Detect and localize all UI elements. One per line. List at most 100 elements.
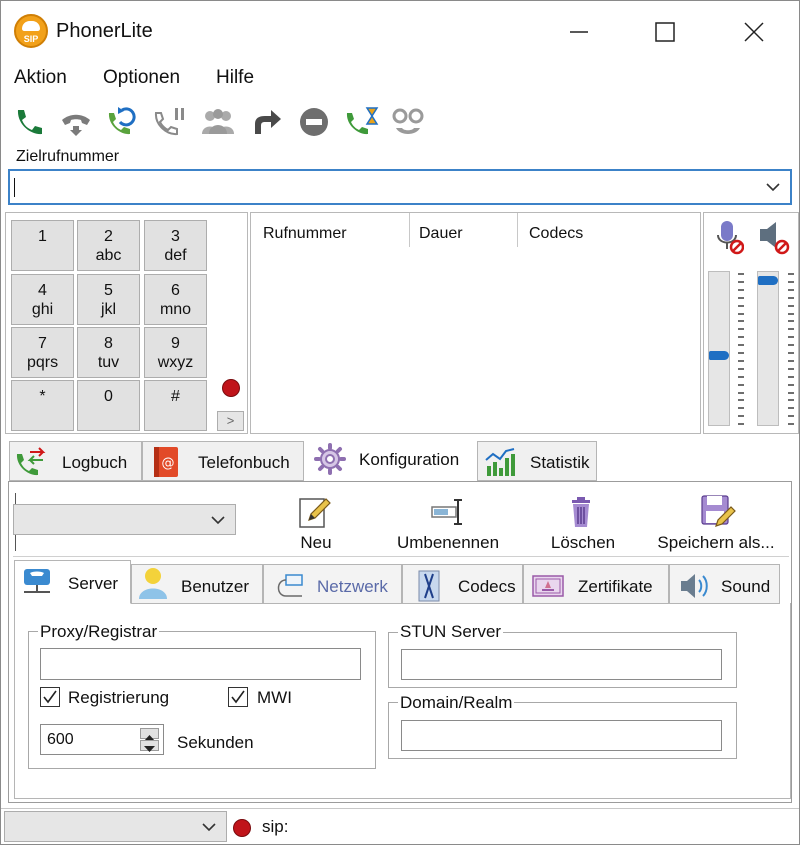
- new-profile-button[interactable]: Neu: [286, 533, 346, 553]
- close-button[interactable]: [731, 15, 777, 49]
- registration-checkbox[interactable]: [40, 687, 60, 707]
- menu-optionen[interactable]: Optionen: [103, 67, 180, 89]
- call-button[interactable]: [10, 104, 46, 140]
- tab-logbuch[interactable]: Logbuch: [9, 441, 142, 481]
- slider-tick: [788, 367, 794, 370]
- slider-tick: [738, 288, 744, 291]
- subtab-sound[interactable]: Sound: [669, 564, 780, 604]
- key-letters: tuv: [97, 354, 120, 371]
- subtab-server[interactable]: Server: [14, 560, 131, 604]
- microphone-muted-icon[interactable]: [716, 219, 744, 255]
- keypad-key-6[interactable]: 7 pqrs: [11, 327, 74, 378]
- do-not-disturb-button[interactable]: [296, 104, 332, 140]
- tab-statistik[interactable]: Statistik: [477, 441, 597, 481]
- slider-tick: [738, 399, 744, 402]
- registration-seconds-spinbox[interactable]: 600: [40, 724, 164, 755]
- subtab-zertifikate[interactable]: Zertifikate: [523, 564, 669, 604]
- slider-tick: [738, 407, 744, 410]
- keypad-key-4[interactable]: 5 jkl: [77, 274, 140, 325]
- call-waiting-button[interactable]: [343, 104, 379, 140]
- domain-realm-input[interactable]: [401, 720, 722, 751]
- minimize-icon: [570, 31, 588, 33]
- key-digit: 6: [171, 282, 180, 299]
- subtab-netzwerk[interactable]: Netzwerk: [263, 564, 402, 604]
- keypad-key-2[interactable]: 3 def: [144, 220, 207, 271]
- minimize-button[interactable]: [556, 15, 602, 49]
- rename-button[interactable]: Umbenennen: [389, 533, 507, 553]
- keypad-key-3[interactable]: 4 ghi: [11, 274, 74, 325]
- keypad-key-1[interactable]: 2 abc: [77, 220, 140, 271]
- column-header-duration[interactable]: Dauer: [419, 225, 463, 243]
- column-header-number[interactable]: Rufnummer: [263, 225, 347, 243]
- speaker-slider-thumb[interactable]: [758, 276, 778, 285]
- slider-tick: [738, 344, 744, 347]
- new-profile-icon[interactable]: [297, 494, 333, 530]
- speaker-sound-icon: [681, 574, 708, 598]
- spin-down-button[interactable]: [140, 740, 159, 752]
- tab-konfiguration[interactable]: Konfiguration: [304, 437, 476, 482]
- voicemail-button[interactable]: [390, 104, 426, 140]
- keypad-key-8[interactable]: 9 wxyz: [144, 327, 207, 378]
- menu-aktion[interactable]: Aktion: [14, 67, 67, 89]
- checkmark-icon: [231, 690, 245, 704]
- mwi-checkbox[interactable]: [228, 687, 248, 707]
- title-bar[interactable]: SIP PhonerLite: [1, 1, 799, 63]
- phonerlite-logo-icon: SIP: [14, 14, 48, 48]
- menu-hilfe[interactable]: Hilfe: [216, 67, 254, 89]
- redial-button[interactable]: [104, 104, 140, 140]
- subtab-benutzer[interactable]: Benutzer: [131, 564, 263, 604]
- profile-select[interactable]: [13, 504, 236, 535]
- window-title: PhonerLite: [56, 20, 153, 42]
- close-icon: [744, 22, 764, 42]
- save-as-button[interactable]: Speichern als...: [649, 533, 783, 553]
- subtab-codecs[interactable]: Codecs: [402, 564, 523, 604]
- keypad-key-10[interactable]: 0: [77, 380, 140, 431]
- slider-tick: [788, 336, 794, 339]
- keypad-expand-button[interactable]: >: [217, 411, 244, 431]
- column-header-codecs[interactable]: Codecs: [529, 225, 583, 243]
- registration-label[interactable]: Registrierung: [68, 688, 169, 708]
- checkmark-icon: [43, 690, 57, 704]
- call-list[interactable]: Rufnummer Dauer Codecs: [250, 212, 701, 434]
- microphone-slider-thumb[interactable]: [709, 351, 729, 360]
- keypad-key-9[interactable]: *: [11, 380, 74, 431]
- delete-button[interactable]: Löschen: [541, 533, 625, 553]
- slider-tick: [738, 423, 744, 426]
- slider-tick: [788, 375, 794, 378]
- slider-tick: [788, 280, 794, 283]
- keypad-key-0[interactable]: 1: [11, 220, 74, 271]
- keypad-key-5[interactable]: 6 mno: [144, 274, 207, 325]
- hold-button[interactable]: [151, 104, 187, 140]
- codecs-zipper-icon: [418, 570, 440, 602]
- destination-combobox[interactable]: [8, 169, 792, 205]
- speaker-muted-icon[interactable]: [758, 219, 790, 255]
- microphone-volume-slider[interactable]: [708, 271, 730, 426]
- seconds-value: 600: [47, 731, 74, 748]
- trash-icon[interactable]: [564, 494, 600, 530]
- proxy-registrar-input[interactable]: [40, 648, 361, 680]
- account-select[interactable]: [4, 811, 227, 842]
- chevron-down-icon: [202, 822, 216, 831]
- registration-status-indicator: [233, 819, 251, 837]
- spin-up-button[interactable]: [140, 728, 159, 741]
- keypad-key-7[interactable]: 8 tuv: [77, 327, 140, 378]
- tab-telefonbuch[interactable]: @ Telefonbuch: [142, 441, 304, 481]
- subtab-server-label: Server: [68, 574, 119, 593]
- proxy-registrar-label: Proxy/Registrar: [38, 622, 160, 642]
- maximize-button[interactable]: [642, 15, 688, 49]
- hangup-button[interactable]: [58, 104, 94, 140]
- transfer-button[interactable]: [249, 104, 285, 140]
- save-as-icon[interactable]: [700, 494, 736, 530]
- slider-tick: [738, 359, 744, 362]
- mwi-label[interactable]: MWI: [257, 688, 292, 708]
- key-digit: 9: [171, 335, 180, 352]
- stun-server-input[interactable]: [401, 649, 722, 680]
- domain-realm-label: Domain/Realm: [398, 693, 515, 713]
- speaker-volume-slider[interactable]: [757, 271, 779, 426]
- rename-icon[interactable]: [430, 494, 466, 530]
- phone-icon: [17, 110, 42, 135]
- keypad-key-11[interactable]: #: [144, 380, 207, 431]
- conference-button[interactable]: [200, 104, 236, 140]
- slider-tick: [788, 399, 794, 402]
- slider-tick: [738, 367, 744, 370]
